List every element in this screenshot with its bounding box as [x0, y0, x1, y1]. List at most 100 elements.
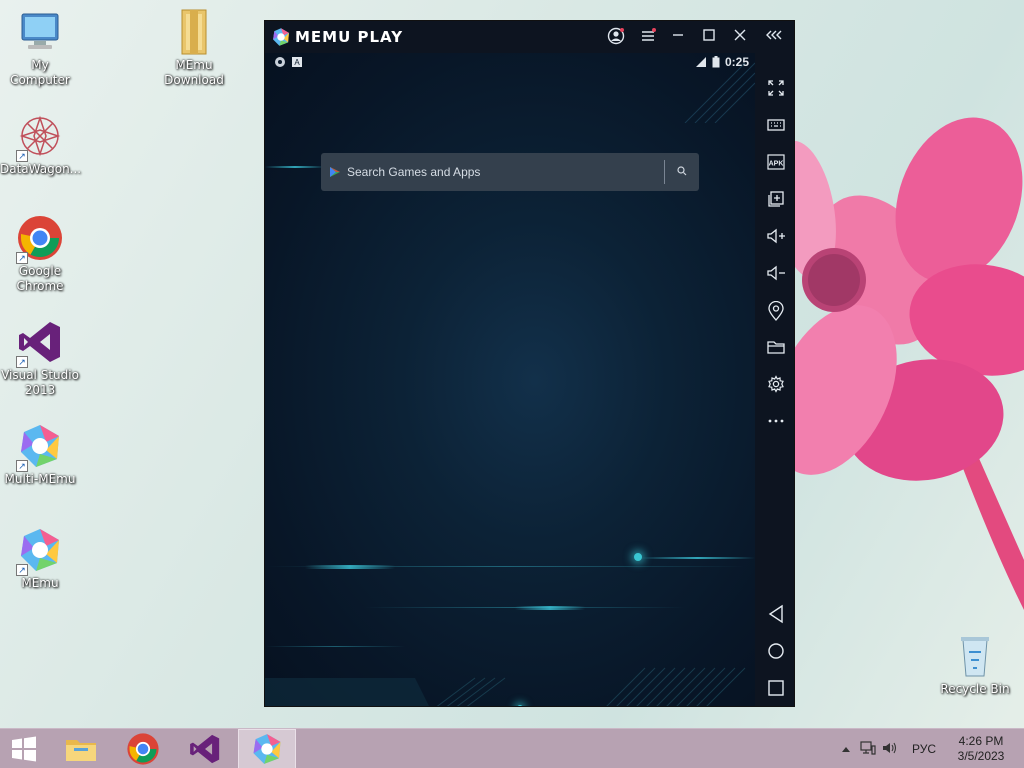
android-screen[interactable]: A 0:25 Search Games and Apps	[265, 53, 755, 706]
shared-folder-button[interactable]	[755, 338, 794, 364]
back-button[interactable]	[755, 604, 794, 630]
memu-logo: MEMU PLAY	[271, 27, 403, 47]
play-store-icon	[330, 167, 340, 177]
svg-text:A: A	[294, 58, 300, 67]
network-icon	[860, 740, 876, 755]
chevrons-left-icon	[766, 30, 782, 40]
close-button[interactable]	[729, 27, 751, 49]
search-bar[interactable]: Search Games and Apps	[321, 153, 699, 191]
desktop-icon-label: Visual Studio 2013	[1, 368, 79, 397]
memu-icon: ↗	[16, 526, 64, 576]
deco-dot	[634, 553, 642, 561]
input-method-icon: A	[292, 57, 302, 67]
memu-logo-icon	[273, 28, 289, 46]
deco-line	[265, 166, 325, 168]
back-icon	[768, 604, 783, 624]
volume-down-button[interactable]	[755, 264, 794, 290]
shortcut-arrow-icon: ↗	[16, 460, 28, 472]
account-icon	[607, 27, 625, 45]
taskbar-visual-studio[interactable]	[176, 729, 234, 768]
folder-icon	[766, 341, 785, 354]
language-indicator[interactable]: РУС	[912, 742, 936, 756]
home-button[interactable]	[755, 641, 794, 667]
recents-icon	[767, 680, 784, 696]
apk-install-button[interactable]: APK	[755, 153, 794, 179]
visual-studio-icon: ↗	[16, 318, 64, 368]
deco-line	[265, 646, 405, 647]
network-button[interactable]	[860, 740, 876, 758]
memu-status-icon	[275, 57, 285, 67]
desktop-icon-label: MEmu Download	[164, 58, 224, 87]
desktop-icon-visual-studio[interactable]: ↗ Visual Studio 2013	[0, 318, 80, 398]
apk-icon: APK	[766, 154, 785, 170]
system-tray: РУС	[838, 729, 936, 768]
deco-corner	[684, 62, 755, 123]
recents-button[interactable]	[755, 678, 794, 704]
desktop-icon-label: My Computer	[10, 58, 70, 87]
multi-instance-button[interactable]	[755, 190, 794, 216]
settings-button[interactable]	[755, 375, 794, 401]
file-explorer-icon	[66, 740, 96, 761]
settings-icon	[767, 375, 784, 393]
chrome-icon	[127, 733, 159, 765]
multi-instance-icon	[767, 191, 784, 207]
deco-line	[640, 557, 755, 559]
account-button[interactable]	[605, 27, 627, 49]
clock-date: 3/5/2023	[957, 749, 1005, 763]
taskbar-file-explorer[interactable]	[52, 729, 110, 768]
volume-button[interactable]	[882, 741, 898, 758]
computer-icon	[16, 8, 64, 56]
taskbar-clock[interactable]: 4:26 PM 3/5/2023	[948, 734, 1014, 764]
more-icon	[768, 419, 783, 423]
deco-line	[515, 606, 585, 610]
desktop-icon-google-chrome[interactable]: ↗ Google Chrome	[0, 214, 80, 294]
desktop-icon-label: Multi-MEmu	[4, 472, 76, 486]
maximize-icon	[703, 29, 715, 41]
desktop-icon-memu[interactable]: ↗ MEmu	[0, 526, 80, 591]
desktop-icon-multi-memu[interactable]: ↗ Multi-MEmu	[0, 422, 80, 487]
deco-pattern	[265, 667, 746, 706]
folder-icon	[170, 8, 218, 56]
start-icon	[12, 736, 36, 762]
search-placeholder: Search Games and Apps	[347, 165, 481, 179]
desktop-icon-memu-download[interactable]: MEmu Download	[154, 8, 234, 88]
recycle-bin-icon	[951, 632, 999, 680]
taskbar-memu[interactable]	[238, 729, 296, 768]
maximize-button[interactable]	[698, 27, 720, 49]
desktop-icon-label: DataWagon...	[0, 162, 82, 176]
keyboard-icon	[766, 119, 785, 131]
minimize-button[interactable]	[667, 27, 689, 49]
volume-down-icon	[766, 265, 785, 281]
collapse-sidebar-button[interactable]	[763, 27, 785, 49]
desktop-icon-recycle-bin[interactable]: Recycle Bin	[935, 632, 1015, 697]
taskbar: РУС 4:26 PM 3/5/2023	[0, 728, 1024, 768]
desktop-icon-my-computer[interactable]: My Computer	[0, 8, 80, 88]
close-icon	[734, 29, 746, 41]
start-button[interactable]	[0, 729, 48, 768]
chevron-up-icon	[842, 747, 850, 752]
shortcut-arrow-icon: ↗	[16, 564, 28, 576]
location-button[interactable]	[755, 300, 794, 327]
clock-time: 4:26 PM	[958, 734, 1004, 748]
datawagon-icon: ↗	[16, 112, 64, 162]
location-icon	[767, 300, 784, 321]
desktop-icon-datawagon[interactable]: ↗ DataWagon...	[0, 112, 82, 177]
search-icon	[677, 166, 687, 176]
desktop-icon-label: Google Chrome	[16, 264, 64, 293]
volume-icon	[883, 742, 897, 753]
volume-up-button[interactable]	[755, 227, 794, 253]
taskbar-chrome[interactable]	[114, 729, 172, 768]
search-button[interactable]	[665, 163, 699, 181]
wallpaper-flower	[774, 117, 1024, 610]
memu-titlebar[interactable]: MEMU PLAY	[265, 21, 794, 53]
desktop-icon-label: MEmu	[21, 576, 59, 590]
menu-button[interactable]	[637, 27, 659, 49]
show-hidden-icons-button[interactable]	[838, 742, 854, 756]
fullscreen-icon	[767, 80, 784, 96]
shortcut-arrow-icon: ↗	[16, 150, 28, 162]
volume-up-icon	[766, 228, 785, 244]
deco-line	[305, 565, 395, 569]
fullscreen-button[interactable]	[755, 79, 794, 105]
keyboard-button[interactable]	[755, 116, 794, 142]
more-button[interactable]	[755, 412, 794, 438]
